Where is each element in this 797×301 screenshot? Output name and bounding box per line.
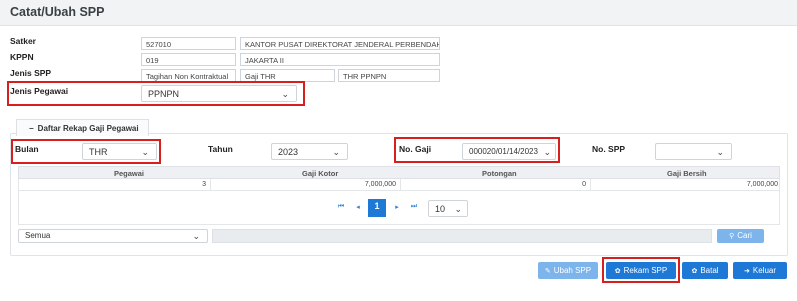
tahun-value: 2023 <box>278 147 299 157</box>
cell-gaji-kotor: 7,000,000 <box>364 181 396 188</box>
kppn-name-field: JAKARTA II <box>240 53 440 66</box>
no-spp-label: No. SPP <box>592 144 626 154</box>
prev-page-icon[interactable]: ◂ <box>351 200 365 216</box>
exit-icon: ➜ <box>744 268 750 275</box>
cell-potongan: 0 <box>582 181 586 188</box>
minus-icon: − <box>29 124 34 133</box>
kppn-label: KPPN <box>10 52 34 62</box>
gear-icon: ✿ <box>614 268 621 275</box>
tab-label: Daftar Rekap Gaji Pegawai <box>37 124 139 133</box>
ubah-spp-button[interactable]: ✎ Ubah SPP <box>538 262 598 279</box>
search-scope-select[interactable]: Semua ⌄ <box>18 229 208 243</box>
table-row[interactable]: 3 7,000,000 0 7,000,000 <box>18 179 780 191</box>
bulan-select[interactable]: THR ⌄ <box>82 143 157 160</box>
column-header-gaji-bersih[interactable]: Gaji Bersih <box>667 169 707 178</box>
chevron-down-icon: ⌄ <box>192 231 200 241</box>
no-spp-select[interactable]: ⌄ <box>655 143 732 160</box>
cell-gaji-bersih: 7,000,000 <box>746 181 778 188</box>
first-page-icon[interactable]: ⏮ <box>334 200 348 216</box>
page-header: Catat/Ubah SPP <box>0 0 797 26</box>
bulan-label: Bulan <box>15 144 39 154</box>
search-input[interactable] <box>212 229 712 243</box>
no-gaji-select[interactable]: 000020/01/14/2023 ⌄ <box>462 143 556 160</box>
satker-label: Satker <box>10 36 36 46</box>
column-header-potongan[interactable]: Potongan <box>482 169 517 178</box>
last-page-icon[interactable]: ⏭ <box>407 200 421 216</box>
grid-header: Pegawai Gaji Kotor Potongan Gaji Bersih <box>18 166 780 179</box>
no-gaji-value: 000020/01/14/2023 <box>469 147 538 156</box>
jenis-pegawai-value: PPNPN <box>148 89 180 99</box>
satker-name-field: KANTOR PUSAT DIREKTORAT JENDERAL PERBEND… <box>240 37 440 50</box>
search-scope-value: Semua <box>25 231 51 240</box>
pencil-icon: ✎ <box>544 268 551 275</box>
jenis-pegawai-label: Jenis Pegawai <box>10 86 69 96</box>
tahun-label: Tahun <box>208 144 233 154</box>
jenis-spp-label: Jenis SPP <box>10 68 52 78</box>
chevron-down-icon: ⌄ <box>332 147 340 157</box>
cell-pegawai: 3 <box>202 181 206 188</box>
satker-code-field: 527010 <box>141 37 236 50</box>
next-page-icon[interactable]: ▸ <box>390 200 404 216</box>
batal-button[interactable]: ✿ Batal <box>682 262 728 279</box>
rekam-spp-button[interactable]: ✿ Rekam SPP <box>606 262 676 279</box>
page-size-select[interactable]: 10 ⌄ <box>428 200 468 217</box>
keluar-button[interactable]: ➜ Keluar <box>733 262 787 279</box>
gear-icon: ✿ <box>691 268 698 275</box>
tab-daftar-rekap[interactable]: − Daftar Rekap Gaji Pegawai <box>16 119 149 136</box>
jenis-spp-field-3: THR PPNPN <box>338 69 440 82</box>
chevron-down-icon: ⌄ <box>543 147 551 157</box>
column-header-pegawai[interactable]: Pegawai <box>114 169 144 178</box>
page-size-value: 10 <box>435 204 446 214</box>
chevron-down-icon: ⌄ <box>454 204 462 214</box>
bulan-value: THR <box>89 147 108 157</box>
jenis-pegawai-select[interactable]: PPNPN ⌄ <box>141 85 297 102</box>
page-title: Catat/Ubah SPP <box>10 5 105 19</box>
search-button[interactable]: ⚲ Cari <box>717 229 764 243</box>
column-header-gaji-kotor[interactable]: Gaji Kotor <box>302 169 338 178</box>
search-icon: ⚲ <box>729 233 735 240</box>
chevron-down-icon: ⌄ <box>716 147 724 157</box>
chevron-down-icon: ⌄ <box>141 147 149 157</box>
tahun-select[interactable]: 2023 ⌄ <box>271 143 348 160</box>
chevron-down-icon: ⌄ <box>281 89 289 99</box>
kppn-code-field: 019 <box>141 53 236 66</box>
no-gaji-label: No. Gaji <box>399 144 432 154</box>
page-number-button[interactable]: 1 <box>368 199 386 217</box>
